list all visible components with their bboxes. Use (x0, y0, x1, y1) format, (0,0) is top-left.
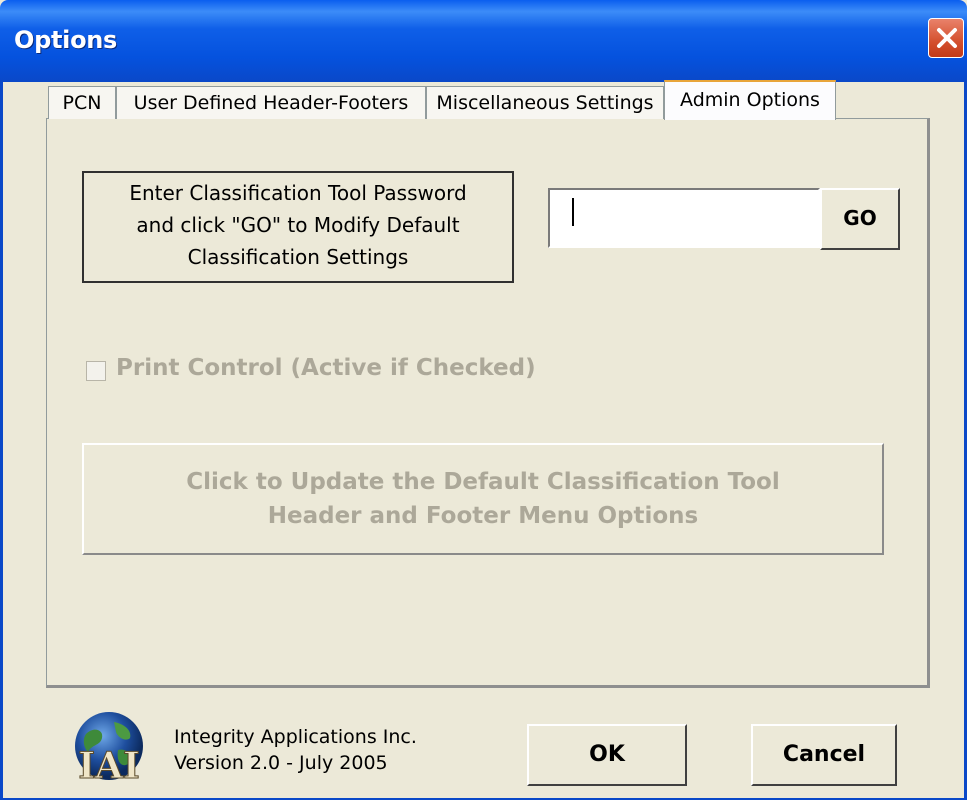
logo-lettering: IAI (78, 745, 140, 787)
company-info: Integrity Applications Inc. Version 2.0 … (174, 724, 417, 776)
company-name: Integrity Applications Inc. (174, 726, 417, 748)
password-instruction: Enter Classification Tool Password and c… (82, 171, 514, 283)
instruction-line: Classification Settings (187, 245, 409, 269)
tab-miscellaneous-settings[interactable]: Miscellaneous Settings (426, 86, 664, 119)
cancel-button[interactable]: Cancel (751, 724, 897, 786)
company-logo: IAI (66, 708, 152, 792)
title-bar[interactable]: Options (0, 0, 967, 82)
ok-button[interactable]: OK (527, 724, 687, 786)
instruction-line: and click "GO" to Modify Default (136, 213, 460, 237)
go-button[interactable]: GO (820, 188, 900, 250)
version-text: Version 2.0 - July 2005 (174, 752, 388, 774)
update-button-line: Click to Update the Default Classificati… (186, 469, 780, 495)
instruction-line: Enter Classification Tool Password (129, 181, 467, 205)
text-caret (572, 198, 574, 226)
options-dialog: Options PCN User Defined Header-Footers … (0, 0, 967, 800)
tab-user-defined-header-footers[interactable]: User Defined Header-Footers (116, 86, 426, 119)
tab-admin-options[interactable]: Admin Options (664, 80, 836, 120)
globe-logo-icon: IAI (75, 712, 143, 788)
update-button-line: Header and Footer Menu Options (267, 503, 699, 529)
password-input[interactable] (548, 188, 820, 248)
print-control-label: Print Control (Active if Checked) (116, 355, 536, 381)
update-header-footer-button[interactable]: Click to Update the Default Classificati… (82, 443, 884, 555)
window-title: Options (14, 26, 118, 54)
close-button[interactable] (928, 18, 964, 58)
checkbox-box[interactable] (86, 361, 106, 381)
window-border-left (0, 82, 3, 800)
close-icon (937, 28, 957, 48)
tab-pcn[interactable]: PCN (48, 86, 116, 119)
